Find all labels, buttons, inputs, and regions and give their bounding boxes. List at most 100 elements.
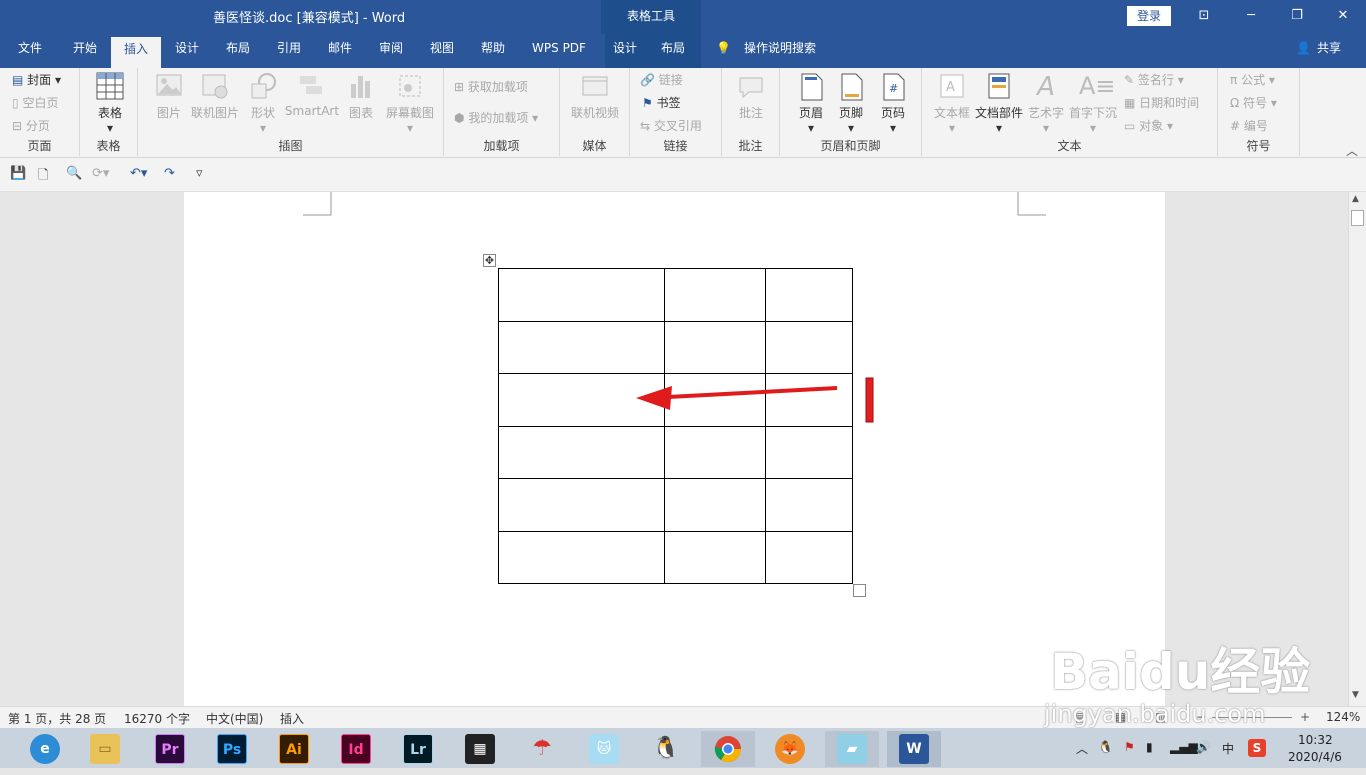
customize-qat-icon[interactable]: ▿ — [196, 166, 203, 181]
page-break-button[interactable]: ⊟ 分页 — [12, 117, 50, 134]
word-count[interactable]: 16270 个字 — [124, 710, 190, 727]
tab-table-layout[interactable]: 布局 — [645, 34, 701, 68]
share-button[interactable]: 共享 — [1314, 34, 1344, 68]
taskbar-browser-icon[interactable]: e — [18, 731, 72, 767]
tab-home[interactable]: 开始 — [70, 34, 100, 68]
my-addins-button[interactable]: ⬢ 我的加载项 ▾ — [454, 109, 538, 126]
table-cell[interactable] — [765, 320, 853, 374]
scroll-down-icon[interactable]: ▼ — [1352, 690, 1359, 700]
picture-button[interactable]: 图片 — [152, 72, 186, 121]
taskbar-premiere-icon[interactable]: Pr — [143, 731, 197, 767]
taskbar-word-icon[interactable]: W — [887, 731, 941, 767]
taskbar-video-editor-icon[interactable]: ▦ — [453, 731, 507, 767]
table-cell[interactable] — [664, 268, 766, 322]
tray-sogou-icon[interactable]: S — [1248, 739, 1266, 757]
smartart-button[interactable]: SmartArt — [284, 72, 340, 118]
touch-mode-icon[interactable]: ⟳▾ — [92, 166, 109, 181]
tray-ime-indicator[interactable]: 中 — [1222, 740, 1234, 757]
tray-volume-icon[interactable]: 🔊 — [1196, 740, 1211, 754]
table-cell[interactable] — [664, 425, 766, 479]
wordart-button[interactable]: A 艺术字 ▾ — [1026, 72, 1066, 135]
zoom-level[interactable]: 124% — [1326, 710, 1360, 724]
taskbar-illustrator-icon[interactable]: Ai — [267, 731, 321, 767]
save-icon[interactable]: 💾 — [10, 166, 26, 181]
tab-layout[interactable]: 布局 — [223, 34, 253, 68]
cross-reference-button[interactable]: ⇆ 交叉引用 — [640, 117, 702, 134]
table-cell[interactable] — [498, 320, 665, 374]
table[interactable] — [498, 268, 853, 584]
taskbar-cat-app-icon[interactable]: 🐱 — [577, 731, 631, 767]
taskbar-chrome-icon[interactable] — [701, 731, 755, 767]
signature-line-button[interactable]: ✎ 签名行 ▾ — [1124, 71, 1184, 88]
footer-button[interactable]: 页脚 ▾ — [834, 72, 868, 135]
quick-parts-button[interactable]: 文档部件 ▾ — [974, 72, 1024, 135]
tab-help[interactable]: 帮助 — [478, 34, 508, 68]
table-cell[interactable] — [765, 268, 853, 322]
table-cell[interactable] — [765, 373, 853, 427]
taskbar-lightroom-icon[interactable]: Lr — [391, 731, 445, 767]
tray-device-icon[interactable]: ▮ — [1146, 740, 1153, 754]
drop-cap-button[interactable]: A≡ 首字下沉 ▾ — [1068, 72, 1118, 135]
tray-time[interactable]: 10:32 — [1298, 733, 1333, 747]
taskbar-fox-app-icon[interactable]: 🦊 — [763, 731, 817, 767]
table-resize-handle[interactable] — [853, 584, 866, 597]
login-button[interactable]: 登录 — [1127, 6, 1171, 26]
page-count[interactable]: 第 1 页，共 28 页 — [8, 710, 106, 727]
taskbar-notes-app-icon[interactable]: ▰ — [825, 731, 879, 767]
tab-design[interactable]: 设计 — [172, 34, 202, 68]
comment-button[interactable]: 批注 — [734, 72, 768, 121]
print-preview-icon[interactable]: 🔍 — [66, 166, 82, 181]
close-icon[interactable]: ✕ — [1332, 5, 1354, 27]
tab-review[interactable]: 审阅 — [376, 34, 406, 68]
collapse-ribbon-icon[interactable]: ︿ — [1346, 142, 1358, 159]
textbox-button[interactable]: A 文本框 ▾ — [932, 72, 972, 135]
tray-date[interactable]: 2020/4/6 — [1288, 750, 1342, 764]
tray-network-icon[interactable]: ▂▄▆ — [1170, 740, 1198, 754]
symbol-button[interactable]: Ω 符号 ▾ — [1230, 94, 1277, 111]
scroll-thumb[interactable] — [1351, 210, 1364, 226]
tab-wps-pdf[interactable]: WPS PDF — [528, 34, 590, 68]
blank-page-button[interactable]: ▯ 空白页 — [12, 94, 58, 111]
tray-security-icon[interactable]: ⚑ — [1124, 740, 1135, 754]
table-cell[interactable] — [664, 373, 766, 427]
table-cell[interactable] — [664, 320, 766, 374]
tell-me-search[interactable]: 操作说明搜索 — [740, 34, 820, 68]
table-button[interactable]: 表格 ▾ — [90, 72, 130, 135]
date-time-button[interactable]: ▦ 日期和时间 — [1124, 94, 1199, 111]
screenshot-button[interactable]: 屏幕截图 ▾ — [382, 72, 438, 135]
tab-file[interactable]: 文件 — [16, 34, 44, 68]
tab-table-design[interactable]: 设计 — [605, 34, 645, 68]
table-move-handle-icon[interactable]: ✥ — [483, 254, 496, 267]
equation-button[interactable]: π 公式 ▾ — [1230, 71, 1275, 88]
vertical-scrollbar[interactable]: ▲ ▼ — [1348, 192, 1366, 706]
table-cell[interactable] — [765, 425, 853, 479]
tab-mailings[interactable]: 邮件 — [325, 34, 355, 68]
get-addins-button[interactable]: ⊞ 获取加载项 — [454, 78, 528, 95]
link-button[interactable]: 🔗 链接 — [640, 71, 683, 88]
tab-insert[interactable]: 插入 — [111, 37, 161, 68]
redo-icon[interactable]: ↷ — [164, 166, 175, 181]
new-document-icon[interactable]: 🗋 — [38, 166, 48, 188]
tab-view[interactable]: 视图 — [427, 34, 457, 68]
shapes-button[interactable]: 形状 ▾ — [246, 72, 280, 135]
table-cell[interactable] — [664, 530, 766, 584]
tab-references[interactable]: 引用 — [274, 34, 304, 68]
number-button[interactable]: # 编号 — [1230, 117, 1268, 134]
chart-button[interactable]: 图表 — [344, 72, 378, 121]
table-cell[interactable] — [498, 530, 665, 584]
bookmark-button[interactable]: ⚑ 书签 — [642, 94, 681, 111]
taskbar-qq-icon[interactable]: 🐧 — [639, 731, 693, 767]
table-cell[interactable] — [664, 478, 766, 532]
table-cell[interactable] — [498, 425, 665, 479]
table-cell[interactable] — [765, 478, 853, 532]
table-cell[interactable] — [498, 373, 665, 427]
taskbar-indesign-icon[interactable]: Id — [329, 731, 383, 767]
tray-expand-icon[interactable]: ︿ — [1076, 740, 1088, 757]
taskbar-photoshop-icon[interactable]: Ps — [205, 731, 259, 767]
table-cell[interactable] — [498, 268, 665, 322]
undo-icon[interactable]: ↶▾ — [130, 166, 147, 181]
scroll-up-icon[interactable]: ▲ — [1352, 194, 1359, 204]
language[interactable]: 中文(中国) — [206, 710, 263, 727]
taskbar-file-explorer-icon[interactable]: ▭ — [78, 731, 132, 767]
page-number-button[interactable]: # 页码 ▾ — [876, 72, 910, 135]
